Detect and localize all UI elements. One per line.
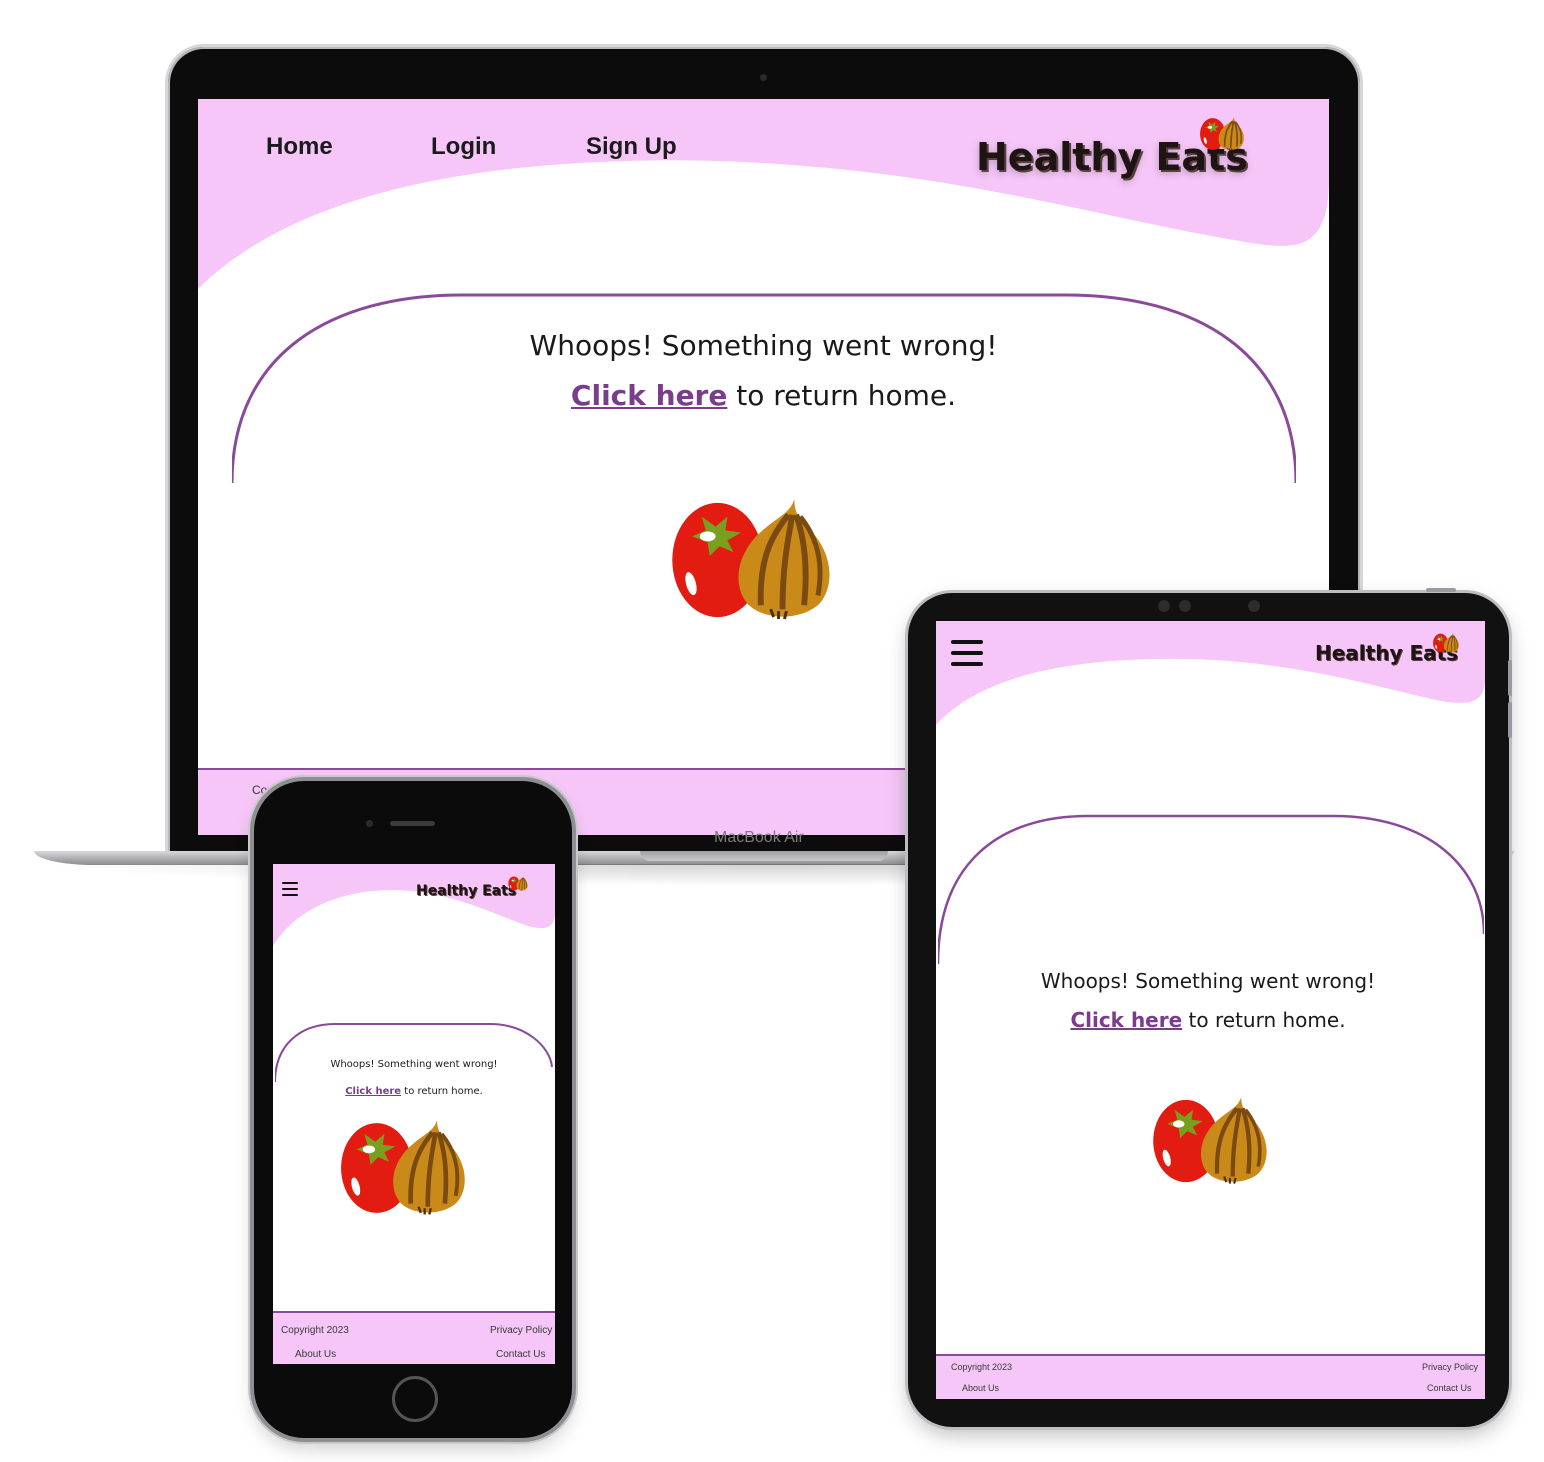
footer-about-link[interactable]: About Us [962,1383,999,1393]
vegetables-illustration [662,499,840,621]
laptop-brand-label: MacBook Air [714,829,804,846]
error-return-line: Click here to return home. [198,379,1329,412]
menu-icon[interactable] [282,882,298,896]
home-link[interactable]: Click here [345,1086,401,1097]
footer-about-link[interactable]: About Us [295,1349,336,1360]
laptop-camera [760,74,767,81]
error-return-line: Click here to return home. [273,1086,555,1097]
footer-privacy-link[interactable]: Privacy Policy [1422,1362,1478,1372]
phone-mute-switch [249,880,253,904]
nav-login[interactable]: Login [431,133,496,161]
phone-volume-up [249,930,253,976]
tablet-top-button [1426,588,1456,592]
footer [936,1354,1485,1399]
footer-privacy-link[interactable]: Privacy Policy [490,1325,552,1336]
phone-camera [366,820,373,827]
phone-volume-down [249,986,253,1032]
footer-copyright: Copyright 2023 [951,1362,1013,1372]
laptop-notch [640,851,888,861]
phone-home-button[interactable] [392,1376,438,1422]
error-return-line: Click here to return home. [936,1008,1485,1032]
logo-veg-icon [1199,117,1245,151]
site-logo[interactable]: Healthy Eats [416,883,516,899]
phone-power-button [572,920,576,968]
phone-speaker [390,821,435,826]
error-card-arch [275,1023,553,1083]
return-home-text: to return home. [401,1086,483,1097]
error-message: Whoops! Something went wrong! [529,329,998,362]
vegetables-illustration [332,1120,474,1216]
tablet-side-button [1508,702,1512,738]
vegetables-illustration [1150,1097,1270,1185]
header-wave [936,621,1485,725]
error-message: Whoops! Something went wrong! [330,1059,498,1070]
footer-copyright: Copyright 2023 [281,1325,349,1336]
nav-home[interactable]: Home [266,133,333,161]
header-wave [198,99,1329,289]
menu-icon[interactable] [951,640,983,666]
tablet-screen: Healthy Eats Whoops! Something went wron… [936,621,1485,1399]
tablet-sensor [1158,600,1170,612]
logo-veg-icon [1433,633,1459,653]
footer-contact-link[interactable]: Contact Us [496,1349,545,1360]
error-message: Whoops! Something went wrong! [1040,969,1376,993]
tablet-sensor [1248,600,1260,612]
logo-veg-icon [508,876,528,891]
tablet-side-button [1508,660,1512,696]
nav-signup[interactable]: Sign Up [586,133,677,161]
footer-contact-link[interactable]: Contact Us [1427,1383,1472,1393]
return-home-text: to return home. [727,379,957,412]
home-link[interactable]: Click here [1070,1008,1182,1032]
return-home-text: to return home. [1182,1008,1346,1032]
tablet-camera [1179,600,1191,612]
phone-screen: Healthy Eats Whoops! Something went wron… [273,864,555,1364]
home-link[interactable]: Click here [571,379,727,412]
